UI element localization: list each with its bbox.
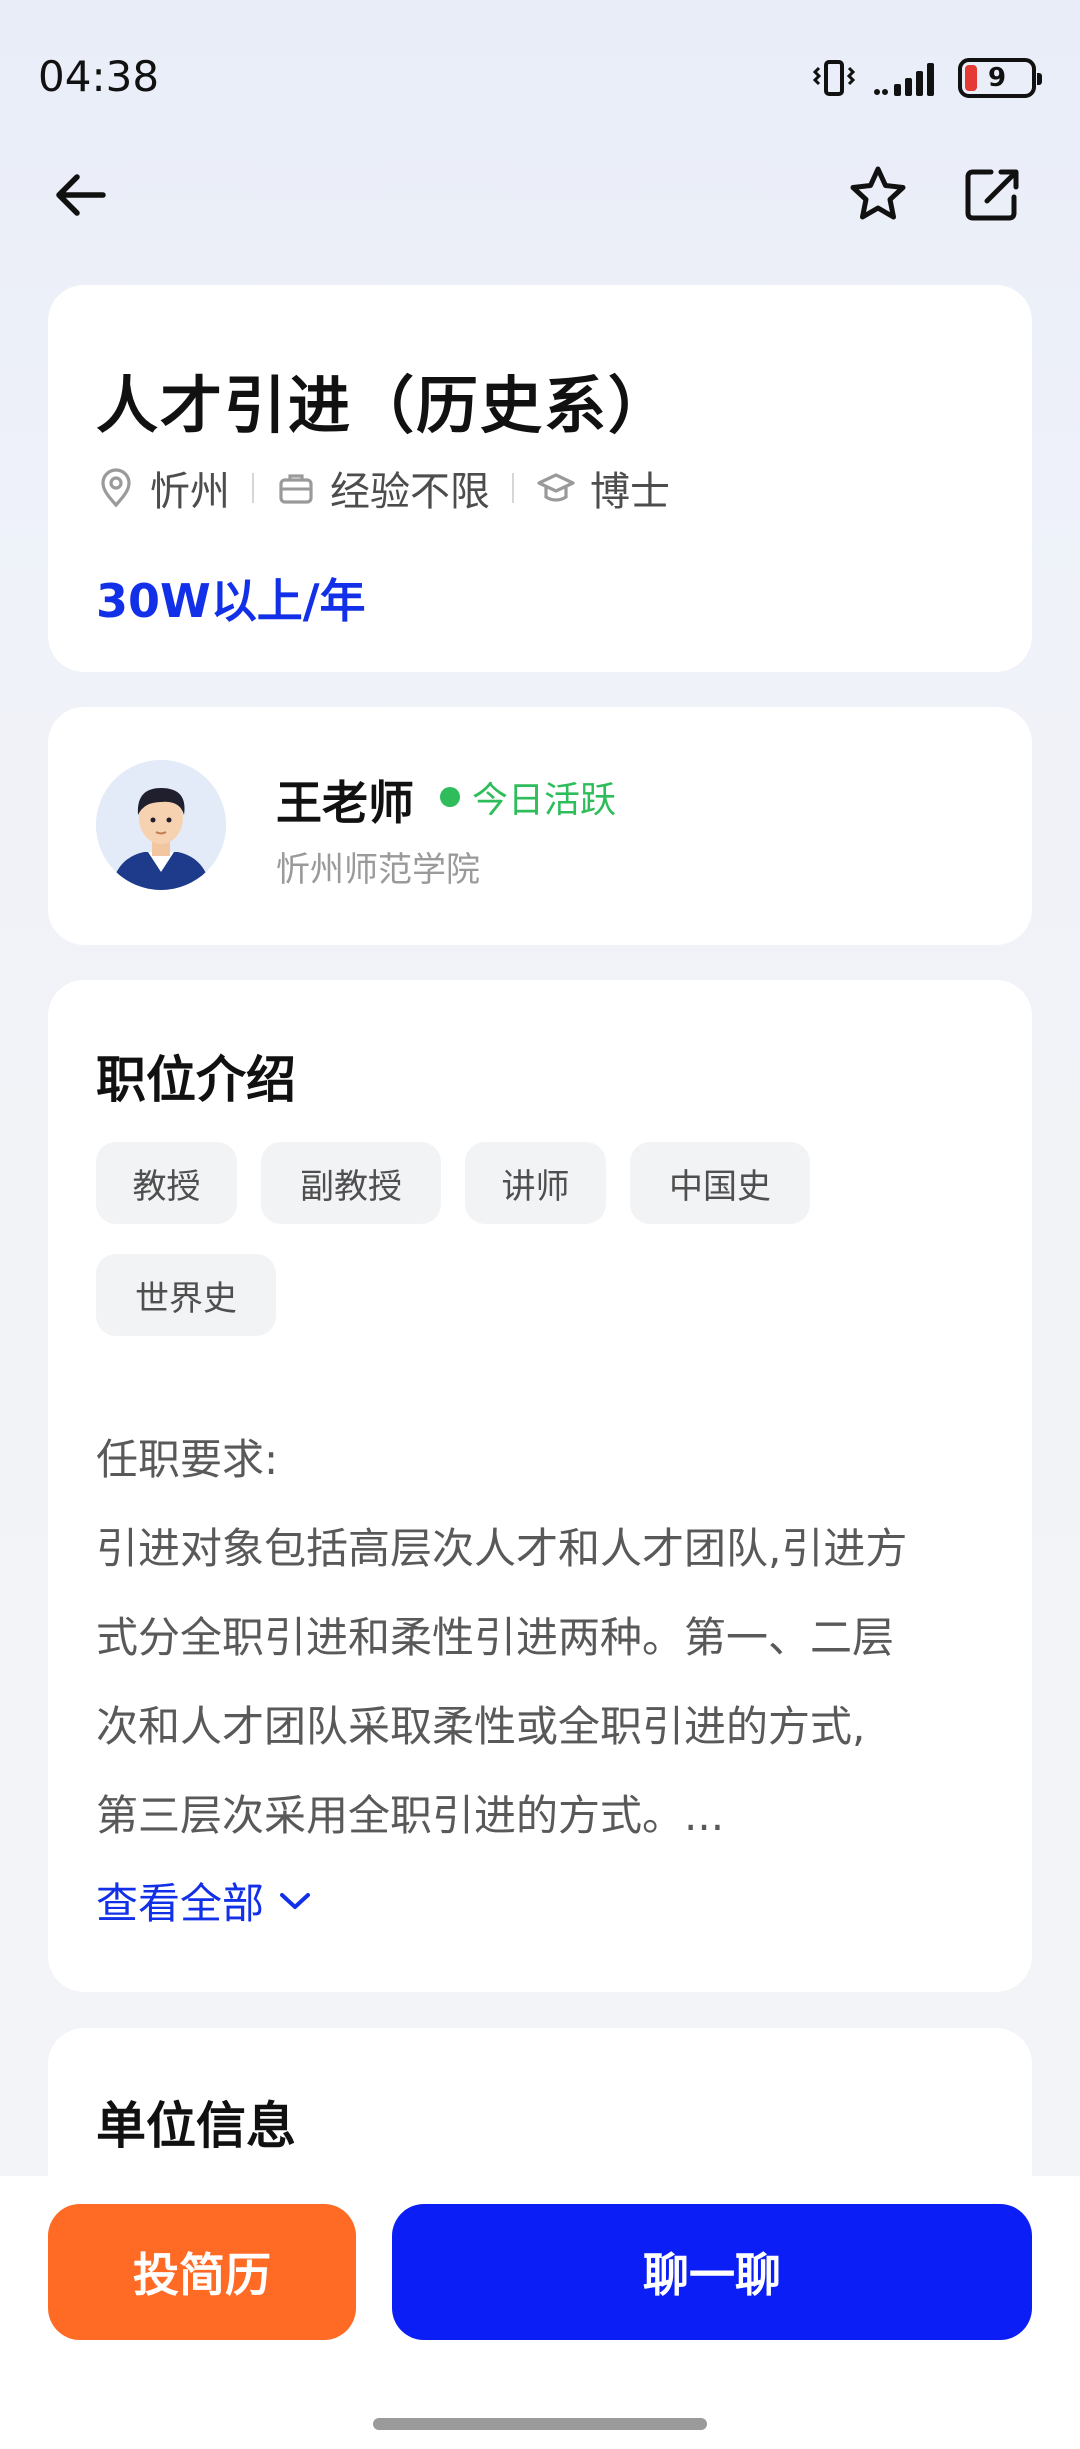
tag-chinese-history[interactable]: 中国史 [630,1142,810,1224]
active-status-text: 今日活跃 [472,780,617,821]
experience-item: 经验不限 [276,459,490,517]
vibrate-icon [812,58,856,98]
education-item: 博士 [536,459,670,517]
requirements-line: 次和人才团队采取柔性或全职引进的方式, [96,1702,866,1751]
requirements-line: 任职要求: [96,1435,279,1484]
online-dot-icon [440,787,460,807]
home-indicator[interactable] [373,2418,707,2430]
submit-resume-button[interactable]: 投简历 [48,2204,356,2340]
back-arrow-icon [56,174,106,216]
tag-lecturer[interactable]: 讲师 [465,1142,606,1224]
recruiter-card[interactable]: 王老师 今日活跃 忻州师范学院 [48,707,1032,945]
job-salary: 30W以上/年 [96,574,366,628]
job-title: 人才引进（历史系） [96,369,673,442]
requirements-line: 引进对象包括高层次人才和人才团队,引进方 [96,1524,908,1573]
tag-associate-professor[interactable]: 副教授 [261,1142,441,1224]
star-icon [850,166,906,220]
tag-professor[interactable]: 教授 [96,1142,237,1224]
avatar[interactable] [96,760,226,890]
battery-fill [965,65,977,91]
battery-level: 9 [987,63,1007,93]
meta-divider [252,473,254,503]
recruiter-organization: 忻州师范学院 [276,850,480,890]
bottom-action-bar: 投简历 聊一聊 [0,2176,1080,2449]
view-all-link[interactable]: 查看全部 [96,1870,312,1931]
tag-world-history[interactable]: 世界史 [96,1254,276,1336]
job-description-card: 职位介绍 教授 副教授 讲师 中国史 世界史 任职要求: 引进对象包括高层次人才… [48,980,1032,1992]
graduation-cap-icon [536,468,576,508]
chat-button[interactable]: 聊一聊 [392,2204,1032,2340]
location-pin-icon [96,468,136,508]
experience-text: 经验不限 [330,469,490,515]
active-status-badge: 今日活跃 [440,771,616,823]
requirements-line: 式分全职引进和柔性引进两种。第一、二层 [96,1613,895,1662]
requirements-line: 第三层次采用全职引进的方式。... [96,1791,725,1840]
status-bar: 04:38 9 [0,0,1080,150]
chevron-down-icon [278,1889,312,1913]
favorite-button[interactable] [843,160,913,230]
share-button[interactable] [958,160,1028,230]
status-time: 04:38 [38,52,160,101]
section-title-company-info: 单位信息 [96,2097,296,2155]
location-item: 忻州 [96,459,230,517]
battery-icon: 9 [958,58,1042,98]
status-icons: 9 [812,58,1042,98]
view-all-label: 查看全部 [96,1879,265,1928]
back-button[interactable] [44,160,114,230]
job-summary-card: 人才引进（历史系） 忻州 经验不限 博士 30W以上/年 [48,285,1032,672]
meta-divider [512,473,514,503]
education-text: 博士 [590,469,670,515]
location-text: 忻州 [150,469,230,515]
signal-icon [872,58,942,98]
briefcase-icon [276,468,316,508]
job-requirements-text: 任职要求: 引进对象包括高层次人才和人才团队,引进方 式分全职引进和柔性引进两种… [96,1415,996,1860]
recruiter-name: 王老师 [276,776,414,830]
section-title-job-intro: 职位介绍 [96,1051,296,1109]
share-icon [965,169,1019,221]
job-meta: 忻州 经验不限 博士 [96,460,670,516]
